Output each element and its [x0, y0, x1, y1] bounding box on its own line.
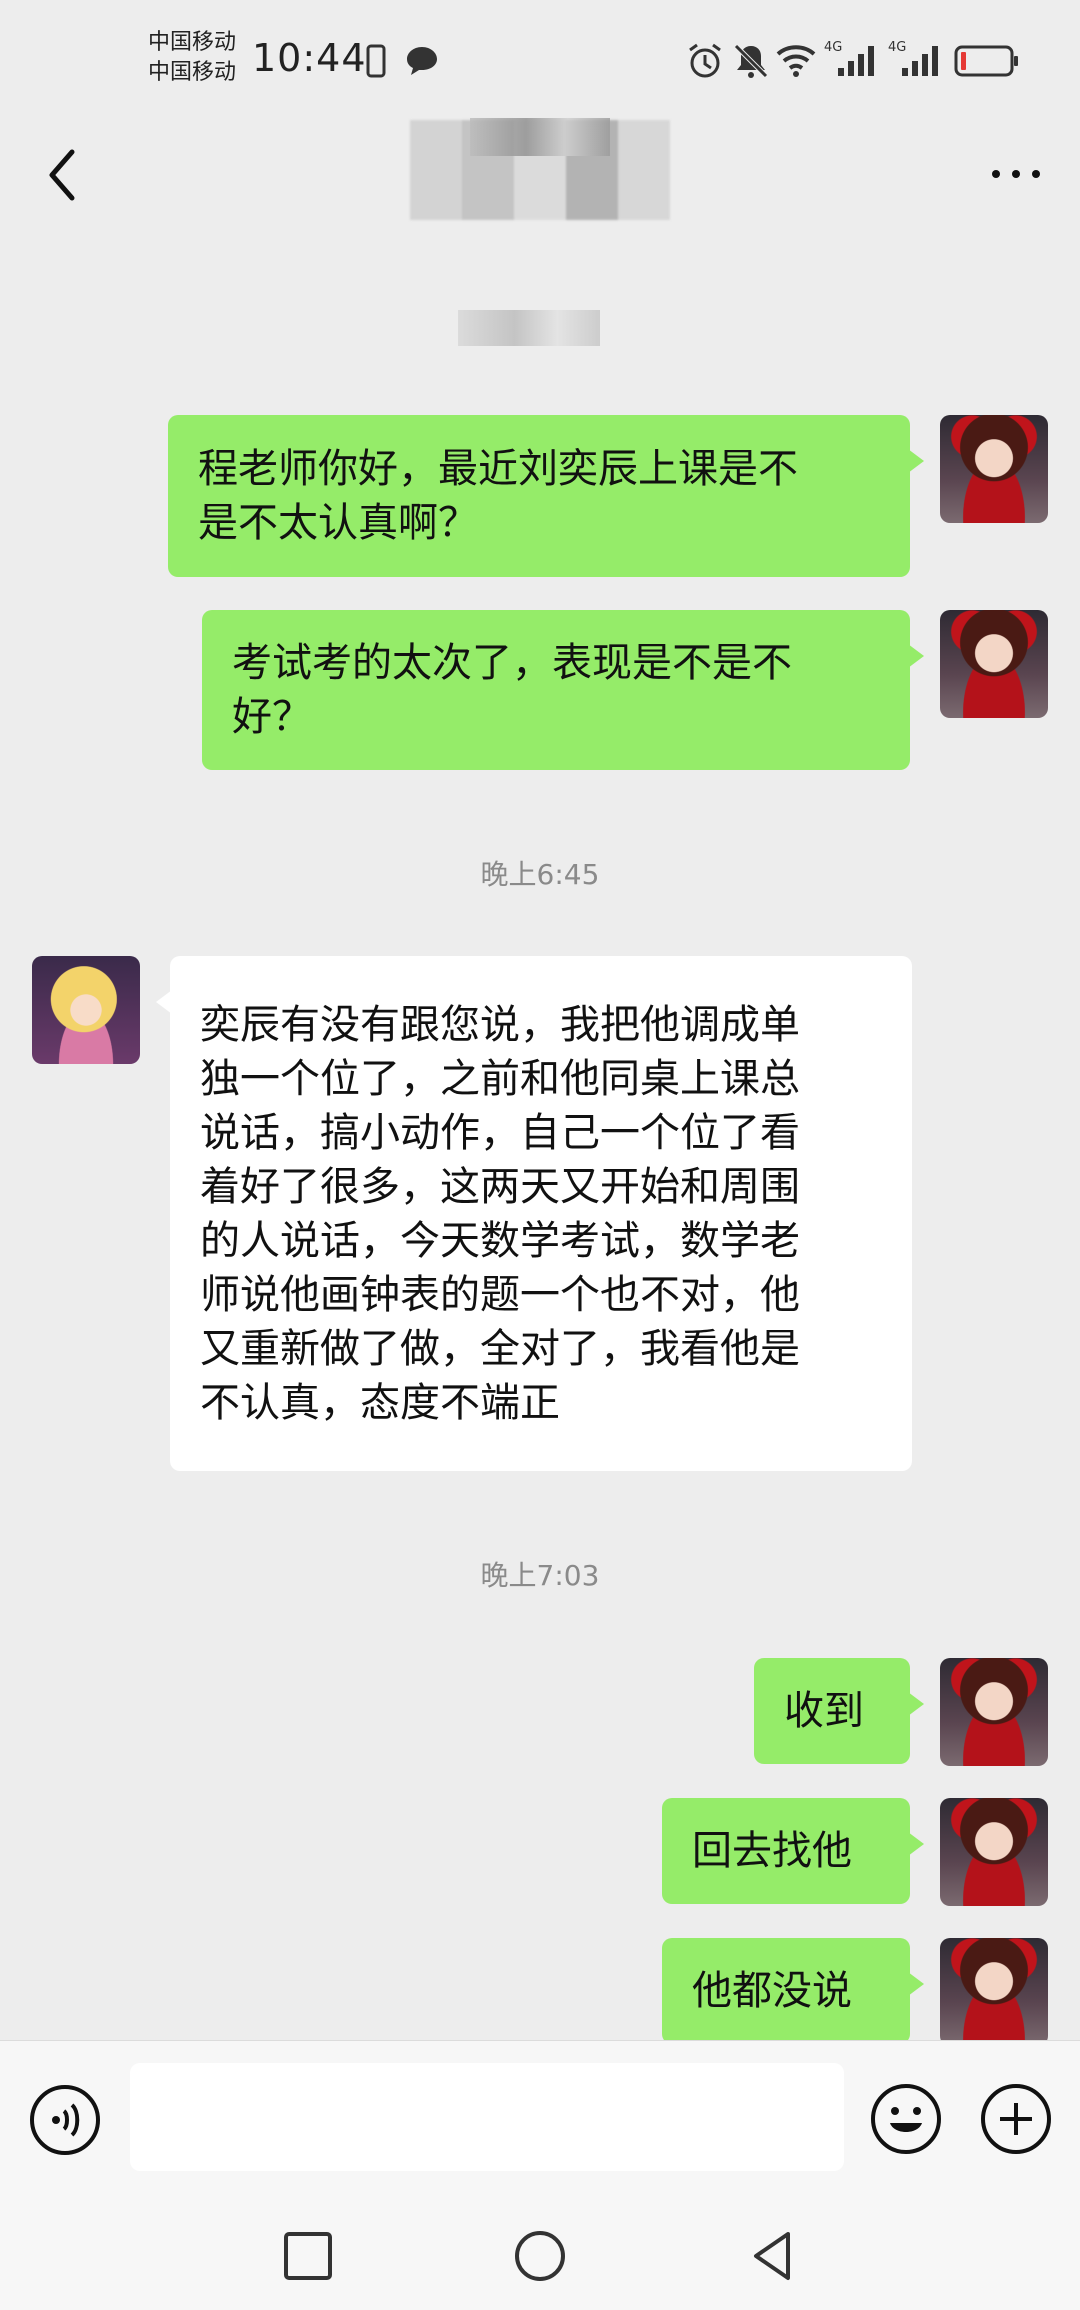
mute-bell-icon: [734, 44, 768, 78]
my-avatar[interactable]: [940, 1938, 1048, 2046]
carrier-1: 中国移动: [148, 30, 237, 55]
phone-icon: [366, 44, 386, 78]
back-button[interactable]: [36, 140, 96, 210]
system-nav-bar: [0, 2200, 1080, 2310]
plus-icon[interactable]: [978, 2081, 1054, 2157]
message-icon: [407, 47, 437, 75]
message-text: 程老师你好，最近刘奕辰上课是不 是不太认真啊？: [198, 446, 798, 546]
message-bubble-other[interactable]: 奕辰有没有跟您说，我把他调成单 独一个位了，之前和他同桌上课总 说话，搞小动作，…: [156, 956, 912, 1471]
message-text: 他都没说: [692, 1968, 852, 2014]
back-triangle-icon[interactable]: [744, 2228, 800, 2284]
signal-2-icon: [902, 46, 938, 76]
message-bubble-me[interactable]: 回去找他: [662, 1798, 924, 1904]
carrier-2: 中国移动: [148, 60, 237, 85]
carrier-labels: 中国移动 中国移动: [148, 28, 236, 88]
my-avatar[interactable]: [940, 1658, 1048, 1766]
status-bar: 中国移动 中国移动 10:44 4G 4G: [0, 0, 1080, 120]
signal-1-icon: [838, 46, 874, 76]
chat-title-redacted-2: [470, 118, 610, 156]
recents-square-icon[interactable]: [280, 2228, 336, 2284]
alarm-icon: [689, 43, 721, 78]
input-bar: [0, 2040, 1080, 2201]
more-horizontal-icon[interactable]: [986, 154, 1046, 194]
battery-icon: [954, 45, 1018, 77]
my-avatar[interactable]: [940, 415, 1048, 523]
my-avatar[interactable]: [940, 1798, 1048, 1906]
message-input[interactable]: [130, 2063, 844, 2171]
clock: 10:44: [252, 36, 367, 80]
message-bubble-me[interactable]: 考试考的太次了，表现是不是不 好？: [202, 610, 924, 770]
voice-icon[interactable]: [28, 2083, 102, 2157]
timestamp: 晚上6:45: [480, 858, 600, 891]
home-circle-icon[interactable]: [512, 2228, 568, 2284]
message-bubble-me[interactable]: 他都没说: [662, 1938, 924, 2044]
message-text: 奕辰有没有跟您说，我把他调成单 独一个位了，之前和他同桌上课总 说话，搞小动作，…: [200, 1001, 800, 1426]
message-text: 回去找他: [692, 1828, 852, 1874]
message-bubble-me[interactable]: 程老师你好，最近刘奕辰上课是不 是不太认真啊？: [168, 415, 924, 577]
my-avatar[interactable]: [940, 610, 1048, 718]
timestamp: 晚上7:03: [480, 1559, 600, 1592]
teacher-avatar[interactable]: [32, 956, 140, 1064]
message-text: 收到: [784, 1688, 864, 1734]
emoji-icon[interactable]: [868, 2081, 944, 2157]
redacted-subtitle: [458, 310, 600, 346]
chat-header: [0, 118, 1080, 230]
wifi-icon: [776, 45, 816, 77]
message-text: 考试考的太次了，表现是不是不 好？: [232, 640, 792, 740]
message-bubble-me[interactable]: 收到: [754, 1658, 924, 1764]
